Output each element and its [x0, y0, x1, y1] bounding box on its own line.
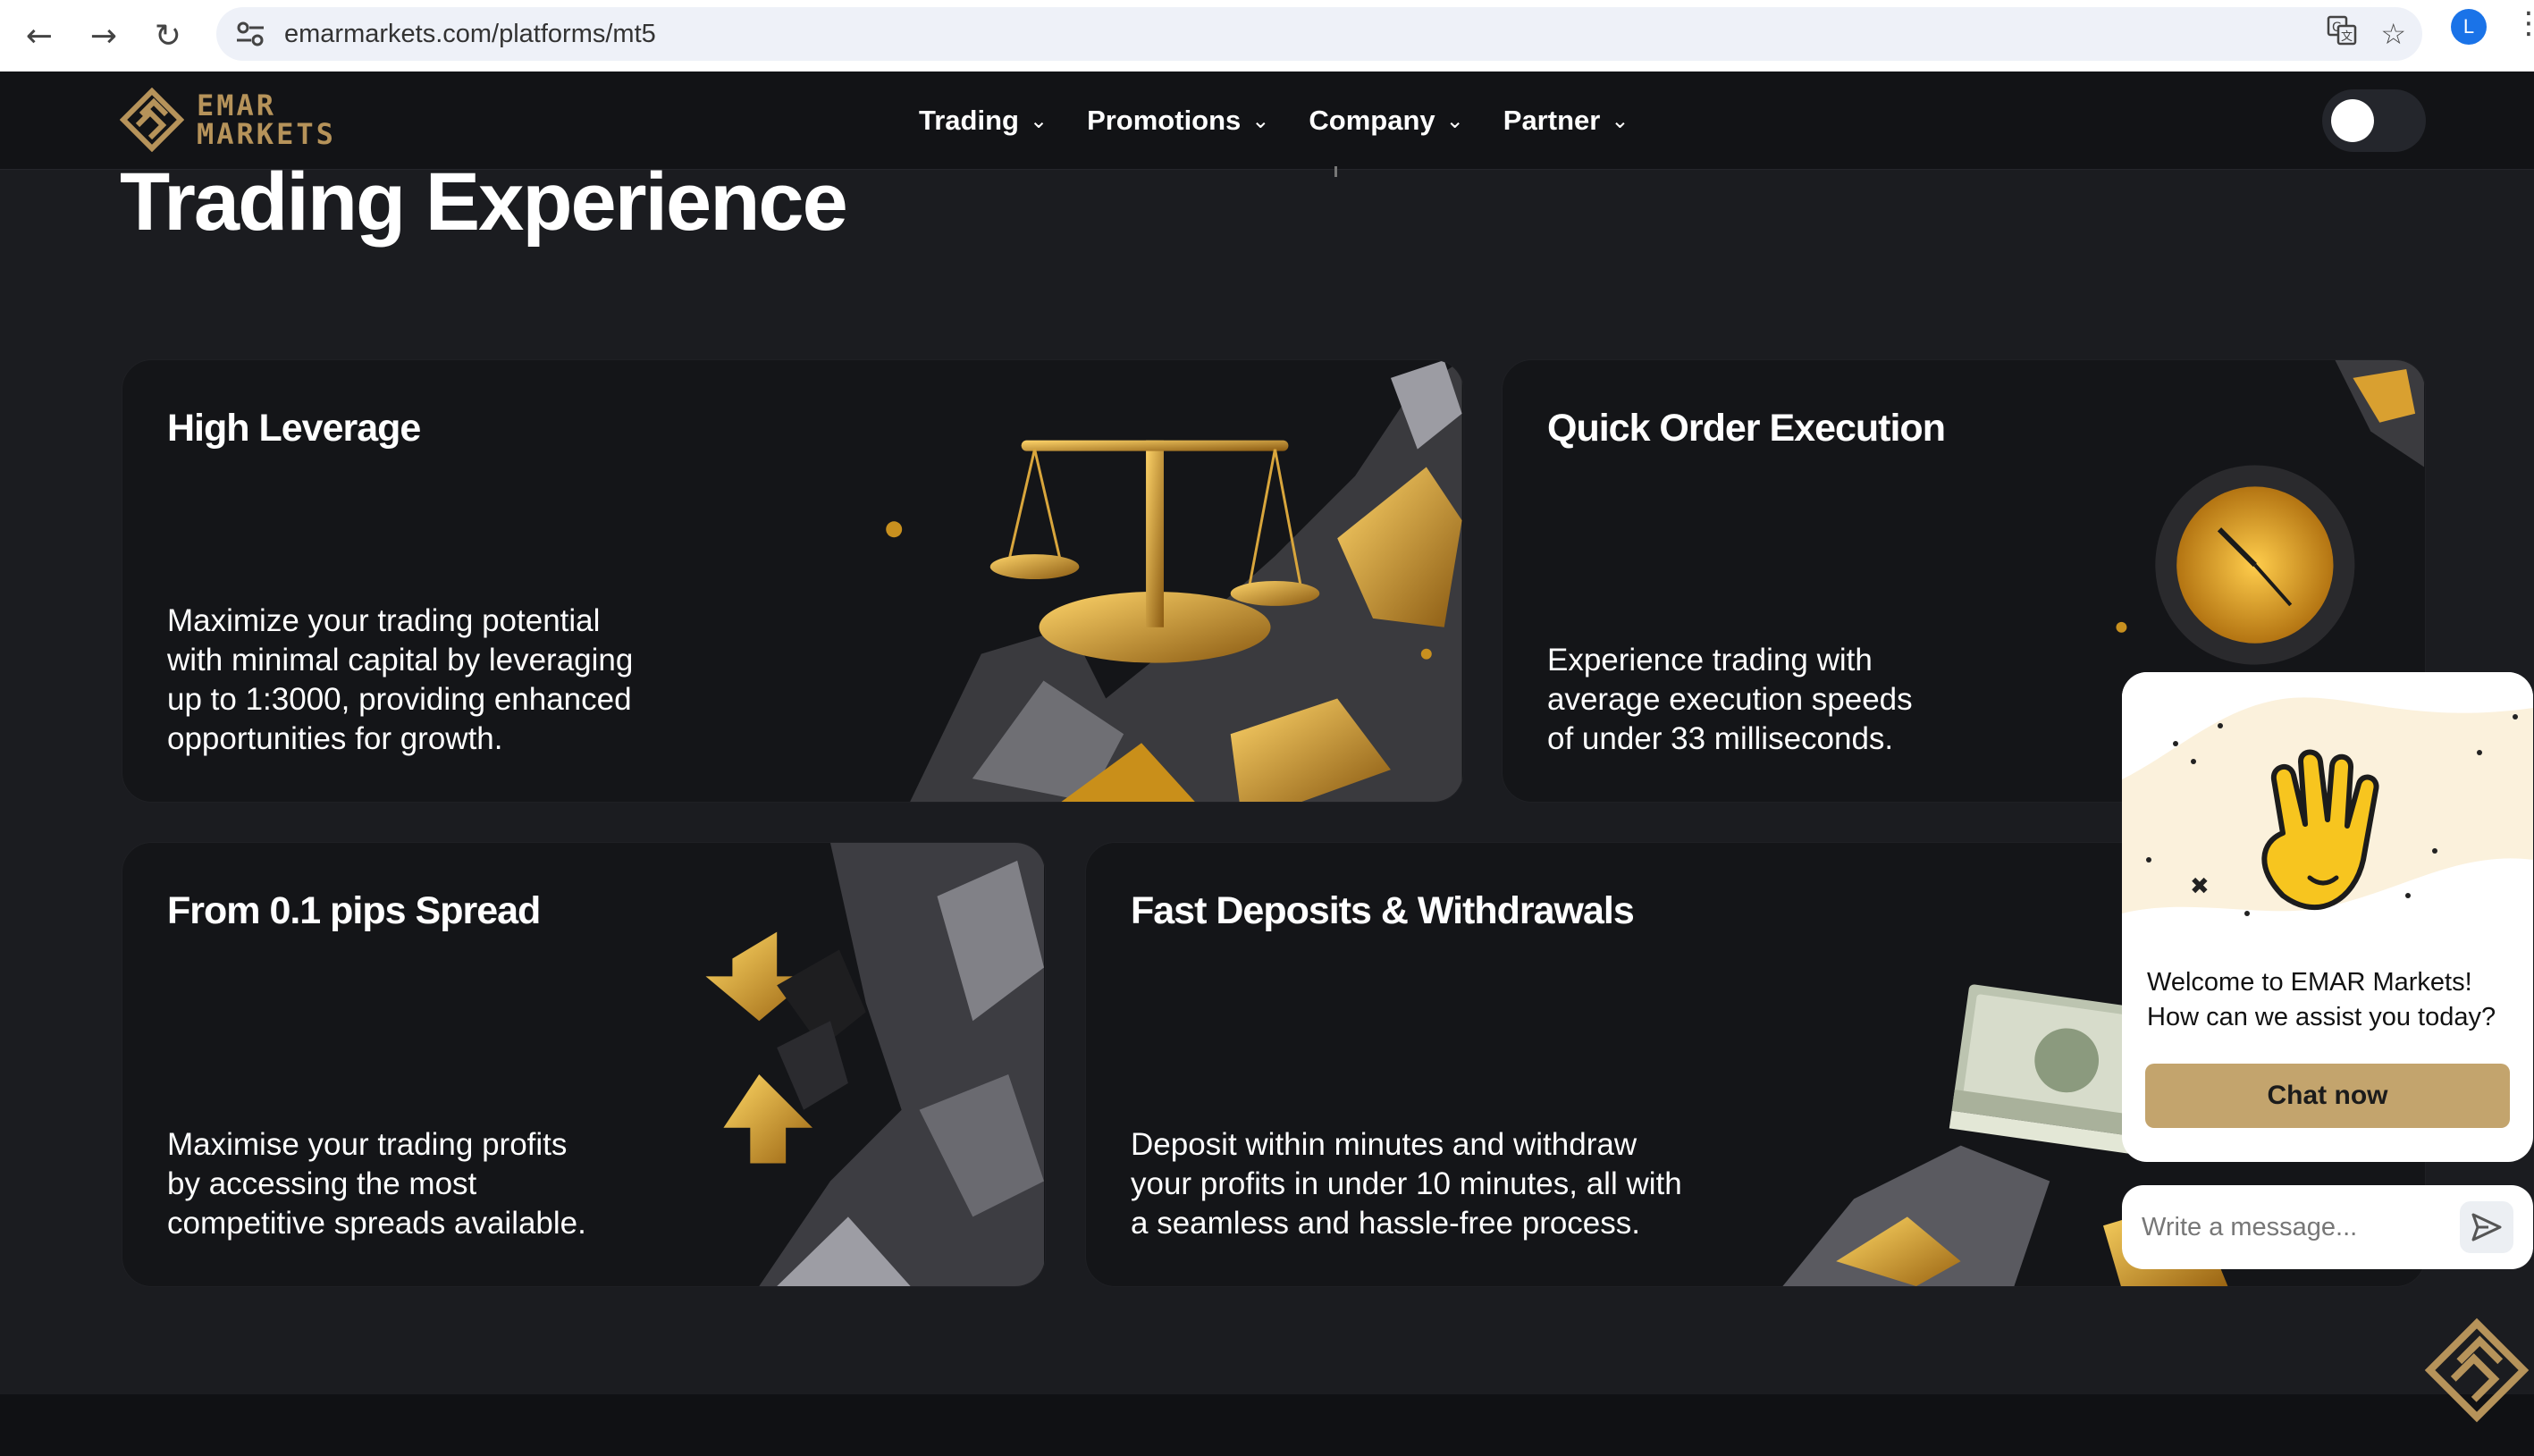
- divider: [1334, 166, 1337, 177]
- nav-item-trading[interactable]: Trading ⌄: [919, 105, 1048, 137]
- card-title: Fast Deposits & Withdrawals: [1131, 889, 1635, 932]
- brand-logo[interactable]: EMAR MARKETS: [120, 88, 336, 152]
- nav-item-promotions[interactable]: Promotions ⌄: [1087, 105, 1269, 137]
- chat-input-box: [2122, 1185, 2533, 1269]
- send-button[interactable]: [2460, 1201, 2513, 1253]
- address-bar[interactable]: emarmarkets.com/platforms/mt5 G文 ☆: [216, 7, 2422, 61]
- chevron-down-icon: ⌄: [1611, 108, 1629, 133]
- feature-card-high-leverage: High Leverage Maximize your trading pote…: [122, 359, 1464, 803]
- card-title: From 0.1 pips Spread: [167, 889, 541, 932]
- waving-hand-icon: ✖: [2122, 672, 2533, 940]
- logo-text-markets: MARKETS: [197, 117, 336, 151]
- card-description: Experience trading with average executio…: [1547, 643, 1913, 756]
- card-description: Maximize your trading potential with min…: [167, 603, 634, 756]
- theme-toggle[interactable]: [2322, 89, 2426, 152]
- card-description: Maximise your trading profits by accessi…: [167, 1127, 586, 1241]
- nav-item-partner[interactable]: Partner ⌄: [1503, 105, 1629, 137]
- url-text[interactable]: emarmarkets.com/platforms/mt5: [284, 20, 656, 49]
- chevron-down-icon: ⌄: [1445, 108, 1464, 133]
- forward-arrow-icon[interactable]: →: [72, 4, 136, 68]
- footer-band: [0, 1394, 2534, 1456]
- card-title: Quick Order Execution: [1547, 407, 1946, 450]
- send-icon: [2471, 1213, 2502, 1241]
- chat-welcome-message: Welcome to EMAR Markets! How can we assi…: [2147, 968, 2496, 1031]
- feature-card-pips-spread: From 0.1 pips Spread Maximise your tradi…: [122, 842, 1046, 1287]
- gold-arrows-icon: [705, 843, 1044, 1286]
- nav-item-company[interactable]: Company ⌄: [1309, 105, 1463, 137]
- reload-icon[interactable]: ↻: [136, 4, 200, 68]
- card-title: High Leverage: [167, 407, 421, 450]
- chat-message-input[interactable]: [2142, 1201, 2446, 1253]
- chevron-down-icon: ⌄: [1029, 108, 1048, 133]
- site-header: EMAR MARKETS Trading ⌄ Promotions ⌄ Compan…: [0, 72, 2534, 170]
- card-description: Deposit within minutes and withdraw your…: [1131, 1127, 1682, 1241]
- svg-text:文: 文: [2341, 30, 2353, 44]
- browser-toolbar: ← → ↻ emarmarkets.com/platforms/mt5 G文 ☆…: [0, 0, 2534, 72]
- main-nav: Trading ⌄ Promotions ⌄ Company ⌄ Partner ⌄: [919, 72, 1629, 170]
- emar-logo-icon: [120, 88, 184, 152]
- toggle-knob: [2331, 99, 2374, 142]
- chat-panel: ✖ Welcome to EMAR Markets! How can we as…: [2122, 672, 2533, 1162]
- gold-scale-icon: [886, 360, 1462, 802]
- svg-text:✖: ✖: [2190, 873, 2210, 900]
- chevron-down-icon: ⌄: [1251, 108, 1270, 133]
- floating-emar-logo-icon[interactable]: [2424, 1317, 2530, 1423]
- profile-avatar[interactable]: L: [2451, 9, 2487, 45]
- chat-now-button[interactable]: Chat now: [2145, 1064, 2510, 1128]
- section-title: Trading Experience: [120, 156, 848, 248]
- site-settings-icon[interactable]: [232, 16, 268, 52]
- logo-text-emar: EMAR: [197, 88, 277, 122]
- star-icon[interactable]: ☆: [2380, 17, 2406, 51]
- back-arrow-icon[interactable]: ←: [7, 4, 72, 68]
- translate-icon[interactable]: G文: [2327, 15, 2357, 53]
- kebab-menu-icon[interactable]: ⋮: [2513, 5, 2534, 41]
